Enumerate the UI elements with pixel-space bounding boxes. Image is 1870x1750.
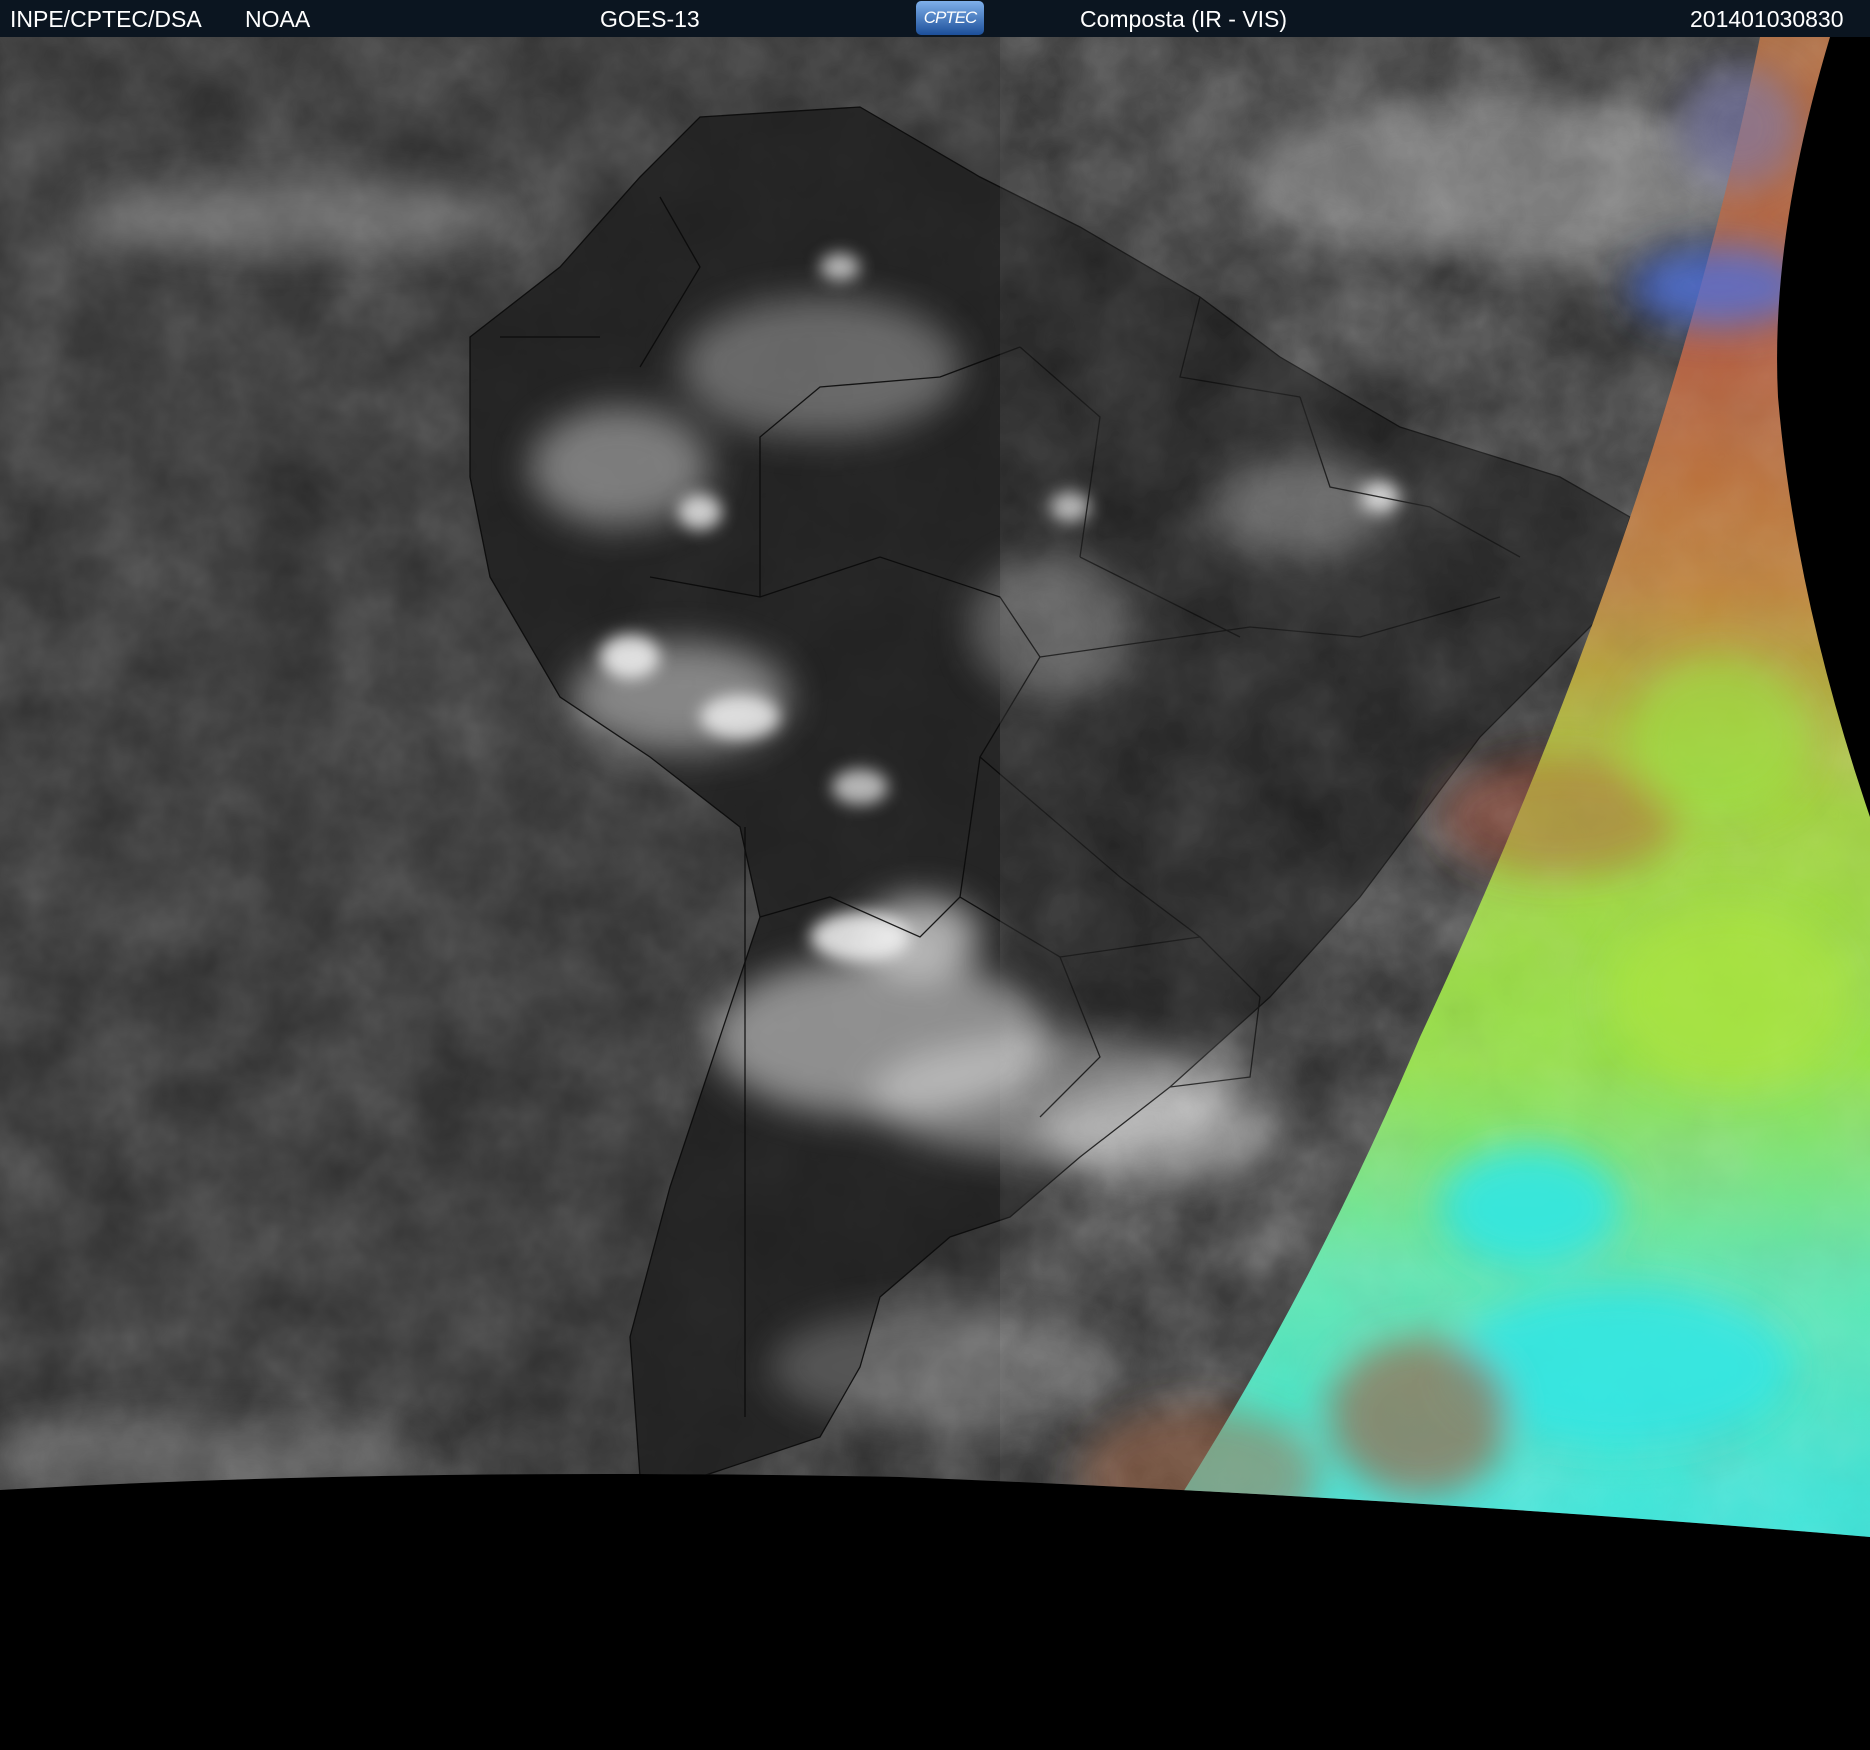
image-header-bar: INPE/CPTEC/DSA NOAA GOES-13 CPTEC Compos… [0,0,1870,37]
source-label: NOAA [245,6,311,32]
satellite-label: GOES-13 [600,6,700,32]
product-label: Composta (IR - VIS) [1080,6,1288,32]
cptec-logo-text: CPTEC [923,8,978,27]
cptec-logo: CPTEC [916,1,984,35]
satellite-composite-image [0,37,1870,1750]
agency-label: INPE/CPTEC/DSA [10,6,202,32]
timestamp-label: 201401030830 [1690,6,1844,32]
